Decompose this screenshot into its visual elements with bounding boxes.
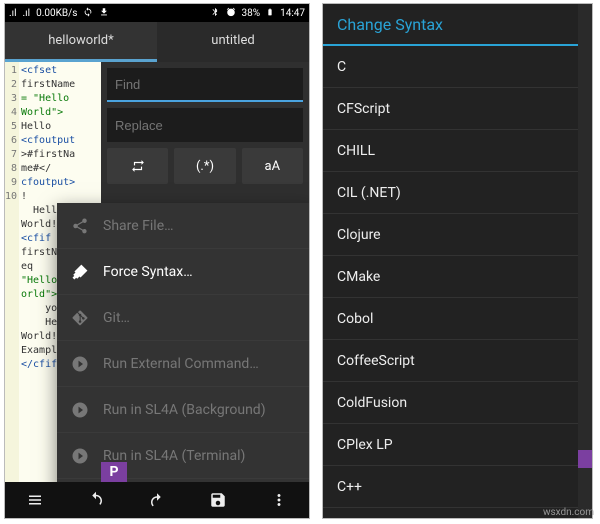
syntax-item-label: CFScript bbox=[337, 101, 390, 117]
change-syntax-header: Change Syntax bbox=[323, 4, 592, 46]
syntax-item-label: Cobol bbox=[337, 311, 373, 327]
syntax-item-coldfusion[interactable]: ColdFusion bbox=[323, 382, 592, 424]
tab-bar: helloworld* untitled bbox=[5, 22, 309, 62]
syntax-item-label: CPlex LP bbox=[337, 437, 393, 453]
syntax-item-c[interactable]: C++ bbox=[323, 466, 592, 508]
download-icon bbox=[99, 7, 109, 20]
syntax-item-cplex-lp[interactable]: CPlex LP bbox=[323, 424, 592, 466]
find-input[interactable] bbox=[107, 68, 303, 102]
context-menu: Share File… Force Syntax… Git… Run External… bbox=[57, 203, 310, 519]
editor-screenshot: .ıl .ıl 0.00KB/s 38% 14:47 helloworld* u… bbox=[4, 3, 310, 519]
watermark: wsxdn.com bbox=[543, 507, 594, 518]
hammer-icon bbox=[71, 263, 89, 281]
menu-item-label: Share File… bbox=[103, 218, 174, 234]
syntax-item-c[interactable]: C bbox=[323, 46, 592, 88]
menu-item-label: Run External Command… bbox=[103, 356, 259, 372]
play-icon bbox=[71, 401, 89, 419]
save-button[interactable] bbox=[209, 491, 227, 509]
files-button[interactable] bbox=[26, 491, 44, 509]
syntax-item-chill[interactable]: CHILL bbox=[323, 130, 592, 172]
signal2-icon: .ıl bbox=[23, 8, 31, 19]
menu-item-label: Run in SL4A (Background) bbox=[103, 402, 266, 418]
menu-item-label: Force Syntax… bbox=[103, 264, 193, 280]
tab-label: helloworld* bbox=[48, 33, 113, 48]
right-edge-strip bbox=[578, 4, 592, 518]
tab-label: untitled bbox=[211, 33, 254, 48]
signal-icon: .ıl bbox=[9, 8, 17, 19]
syntax-item-cobol[interactable]: Cobol bbox=[323, 298, 592, 340]
syntax-item-label: C++ bbox=[337, 479, 362, 495]
case-label: aA bbox=[265, 159, 281, 174]
menu-item-git[interactable]: Git… bbox=[57, 295, 310, 341]
sync-icon bbox=[83, 7, 93, 20]
clock: 14:47 bbox=[280, 8, 305, 19]
purple-badge: P bbox=[101, 462, 127, 482]
battery-icon bbox=[266, 6, 274, 21]
change-syntax-title: Change Syntax bbox=[337, 15, 443, 34]
menu-item-run-in-sl-a-terminal[interactable]: Run in SL4A (Terminal) bbox=[57, 433, 310, 479]
syntax-item-label: CHILL bbox=[337, 143, 375, 159]
menu-item-share-file[interactable]: Share File… bbox=[57, 203, 310, 249]
syntax-item-cmake[interactable]: CMake bbox=[323, 256, 592, 298]
syntax-item-clojure[interactable]: Clojure bbox=[323, 214, 592, 256]
syntax-item-label: CIL (.NET) bbox=[337, 185, 401, 201]
play-icon bbox=[71, 447, 89, 465]
syntax-item-label: ColdFusion bbox=[337, 395, 407, 411]
swap-button[interactable] bbox=[107, 148, 168, 184]
bottom-toolbar bbox=[5, 482, 309, 518]
purple-box-icon bbox=[578, 450, 592, 468]
play-icon bbox=[71, 355, 89, 373]
case-toggle[interactable]: aA bbox=[242, 148, 303, 184]
syntax-item-cfscript[interactable]: CFScript bbox=[323, 88, 592, 130]
menu-item-label: Git… bbox=[103, 310, 130, 326]
bluetooth-icon bbox=[210, 7, 220, 20]
menu-item-run-external-command[interactable]: Run External Command… bbox=[57, 341, 310, 387]
tab-helloworld[interactable]: helloworld* bbox=[5, 22, 157, 62]
syntax-item-label: C bbox=[337, 59, 346, 75]
syntax-item-label: CMake bbox=[337, 269, 380, 285]
tab-untitled[interactable]: untitled bbox=[157, 22, 309, 62]
line-gutter: 12345678910 bbox=[5, 62, 19, 502]
syntax-item-coffeescript[interactable]: CoffeeScript bbox=[323, 340, 592, 382]
share-icon bbox=[71, 217, 89, 235]
menu-item-force-syntax[interactable]: Force Syntax… bbox=[57, 249, 310, 295]
regex-toggle[interactable]: (.*) bbox=[174, 148, 235, 184]
alarm-icon bbox=[226, 7, 236, 20]
undo-button[interactable] bbox=[87, 491, 105, 509]
network-speed: 0.00KB/s bbox=[36, 8, 77, 19]
regex-label: (.*) bbox=[196, 159, 214, 174]
menu-item-run-in-sl-a-background[interactable]: Run in SL4A (Background) bbox=[57, 387, 310, 433]
git-icon bbox=[71, 309, 89, 327]
syntax-item-label: CoffeeScript bbox=[337, 353, 415, 369]
replace-input[interactable] bbox=[107, 108, 303, 142]
overflow-button[interactable] bbox=[270, 491, 288, 509]
syntax-item-cil-net[interactable]: CIL (.NET) bbox=[323, 172, 592, 214]
battery-percent: 38% bbox=[242, 8, 261, 19]
status-bar: .ıl .ıl 0.00KB/s 38% 14:47 bbox=[5, 4, 309, 22]
redo-button[interactable] bbox=[148, 491, 166, 509]
syntax-screenshot: Change Syntax C CFScript CHILL CIL (.NET) Cl… bbox=[322, 3, 593, 519]
syntax-item-label: Clojure bbox=[337, 227, 381, 243]
syntax-list[interactable]: C CFScript CHILL CIL (.NET) Clojure CMake Cobo… bbox=[323, 46, 592, 508]
